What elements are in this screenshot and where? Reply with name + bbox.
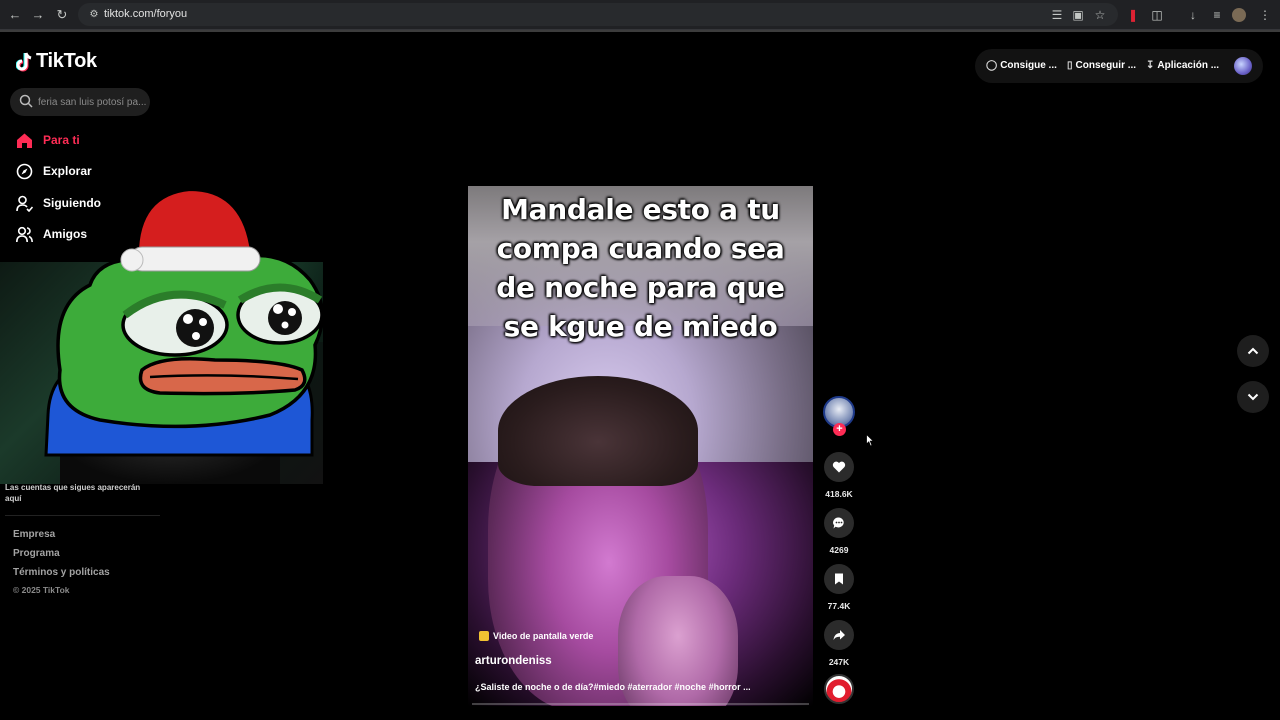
caption-line: se kgue de miedo [503,310,778,343]
search-icon[interactable] [19,94,33,108]
pepe-santa-sticker [44,188,325,457]
translate-icon[interactable]: ☰ [1048,6,1066,24]
search-bar[interactable] [10,88,150,116]
share-icon [833,630,845,640]
tiktok-note-icon [16,52,32,71]
save-button[interactable] [824,564,854,594]
chevron-down-icon [1247,393,1259,401]
like-button[interactable] [824,452,854,482]
download-icon: ↧ [1146,60,1155,71]
video-description[interactable]: ¿Saliste de noche o de día?#miedo #aterr… [475,682,751,692]
heart-icon [832,461,846,473]
follow-plus-icon[interactable]: + [833,423,846,436]
footer-link-terminos[interactable]: Términos y políticas [13,567,110,578]
phone-icon: ▯ [1067,60,1073,71]
site-info-icon[interactable]: ⚙ [84,5,104,25]
back-icon[interactable]: ← [5,5,25,25]
get-app-label: Conseguir ... [1075,60,1137,71]
caption-line: compa cuando sea [496,232,785,265]
bookmark-star-icon[interactable]: ☆ [1091,6,1109,24]
profile-icon[interactable] [1232,8,1246,22]
video-caption: Mandale esto a tu compa cuando sea de no… [468,186,813,346]
get-coins-button[interactable]: ◯ Consigue ... [986,60,1057,71]
sidebar-divider [5,515,160,516]
coin-icon: ◯ [986,60,998,71]
toolbar-divider [0,30,1280,32]
video-author[interactable]: arturondeniss [475,655,552,667]
get-app-button[interactable]: ▯ Conseguir ... [1067,60,1136,71]
green-screen-label: Video de pantalla verde [493,631,594,641]
footer-link-programa[interactable]: Programa [13,548,60,559]
following-icon [16,195,33,212]
download-icon[interactable]: ↓ [1184,6,1202,24]
bookmark-icon [835,573,843,585]
reading-list-icon[interactable]: ≡ [1208,6,1226,24]
green-screen-badge[interactable]: Video de pantalla verde [479,631,593,641]
sidebar-item-explorar[interactable]: Explorar [16,159,92,183]
comment-count: 4269 [829,545,849,555]
comment-icon [833,517,844,529]
cast-icon[interactable]: ▣ [1069,6,1087,24]
forward-icon[interactable]: → [28,5,48,25]
home-icon [17,133,32,148]
sidebar-item-para-ti[interactable]: Para ti [16,128,80,152]
footer-link-empresa[interactable]: Empresa [13,529,55,540]
url-text[interactable]: tiktok.com/foryou [104,8,187,20]
get-coins-label: Consigue ... [1000,60,1057,71]
reload-icon[interactable]: ↻ [52,5,72,25]
previous-video-button[interactable] [1237,335,1269,367]
caption-line: de noche para que [496,271,785,304]
video-player[interactable]: Mandale esto a tu compa cuando sea de no… [468,186,813,706]
share-count: 247K [828,657,850,667]
extensions-puzzle-icon[interactable]: ◫ [1148,6,1166,24]
logo-text: TikTok [36,50,97,72]
friends-icon [16,226,33,242]
like-count: 418.6K [825,489,853,499]
address-bar[interactable] [78,3,1118,26]
share-button[interactable] [824,620,854,650]
tiktok-logo[interactable]: TikTok [16,50,97,73]
save-count: 77.4K [827,601,851,611]
download-app-button[interactable]: ↧ Aplicación ... [1146,60,1219,71]
sidebar-item-label: Explorar [43,164,92,178]
avatar[interactable] [1234,57,1252,75]
menu-kebab-icon[interactable]: ⋮ [1256,6,1274,24]
download-app-label: Aplicación ... [1157,60,1220,71]
mouse-cursor-icon [866,434,874,447]
compass-icon [16,163,33,179]
green-screen-icon [479,631,489,641]
caption-line: Mandale esto a tu [501,193,780,226]
chevron-up-icon [1247,347,1259,355]
extension-icon[interactable]: ❚ [1124,6,1142,24]
music-disc-icon[interactable] [824,674,854,704]
browser-toolbar: ← → ↻ ⚙ tiktok.com/foryou ☰ ▣ ☆ ❚ ◫ ↓ ≡ … [0,0,1280,30]
comment-button[interactable] [824,508,854,538]
search-input[interactable] [38,94,146,110]
sidebar-item-label: Para ti [43,133,80,147]
video-person-hair [498,376,698,486]
following-note: Las cuentas que sigues aparecerán aquí [5,483,141,503]
video-progress-bar[interactable] [472,703,809,705]
copyright: © 2025 TikTok [13,585,70,595]
next-video-button[interactable] [1237,381,1269,413]
